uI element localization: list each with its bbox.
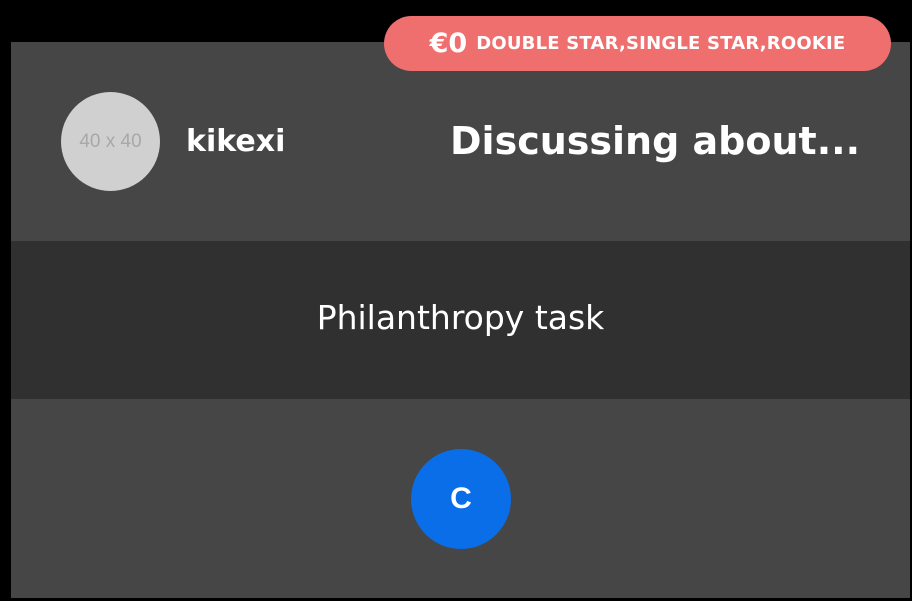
- card-header: 40 x 40 kikexi Discussing about...: [11, 42, 910, 241]
- avatar-placeholder-text: 40 x 40: [79, 130, 142, 152]
- username: kikexi: [186, 124, 286, 159]
- card-footer: C: [11, 399, 910, 598]
- discussion-title: Discussing about...: [450, 119, 860, 163]
- c-button-label: C: [450, 482, 472, 515]
- c-button[interactable]: C: [411, 449, 511, 549]
- task-label: Philanthropy task: [316, 298, 605, 337]
- task-card: 40 x 40 kikexi Discussing about... Phila…: [11, 42, 910, 598]
- reward-levels: DOUBLE STAR,SINGLE STAR,ROOKIE: [476, 32, 846, 54]
- avatar: 40 x 40: [61, 92, 160, 191]
- task-band: Philanthropy task: [11, 241, 910, 399]
- reward-badge: €0 DOUBLE STAR,SINGLE STAR,ROOKIE: [384, 16, 891, 71]
- reward-amount: €0: [429, 27, 468, 59]
